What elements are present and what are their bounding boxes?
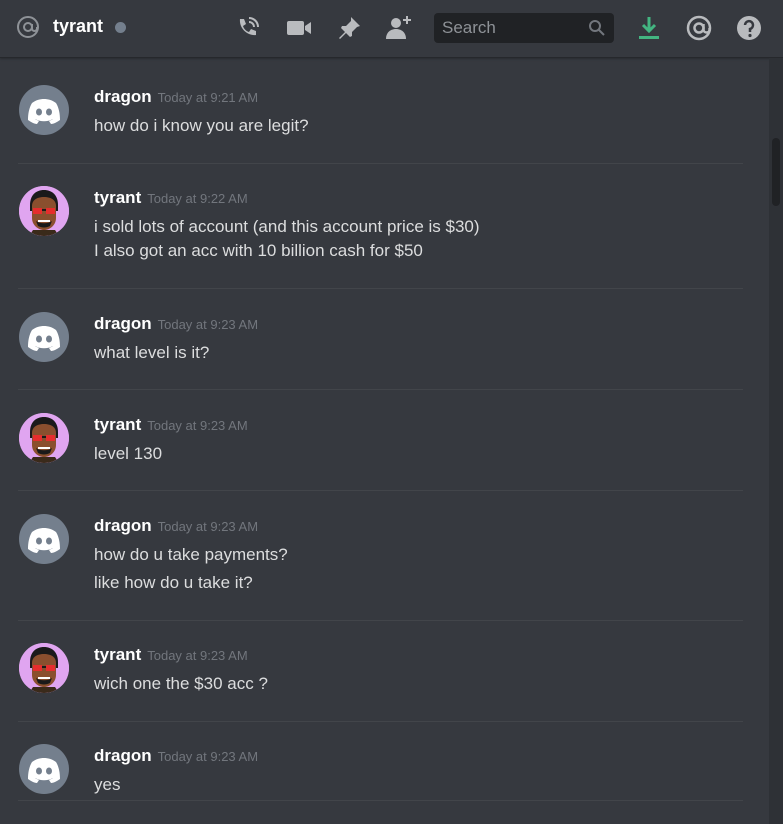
message-timestamp: Today at 9:23 AM	[147, 648, 248, 663]
message-author[interactable]: tyrant Today at 9:23 AM	[94, 645, 248, 665]
search-input[interactable]	[434, 13, 592, 43]
author-name[interactable]: dragon	[94, 746, 152, 765]
message-timestamp: Today at 9:23 AM	[157, 749, 259, 764]
author-name[interactable]: dragon	[94, 87, 152, 106]
author-name[interactable]: dragon	[94, 314, 152, 333]
message-divider	[18, 620, 743, 621]
scrollbar-thumb[interactable]	[772, 138, 780, 206]
message-author[interactable]: tyrant Today at 9:23 AM	[94, 415, 248, 435]
message-text: yes	[94, 775, 121, 794]
dragon-avatar[interactable]	[19, 312, 69, 362]
author-name[interactable]: tyrant	[94, 645, 141, 664]
message-divider	[18, 163, 743, 164]
message-divider	[18, 490, 743, 491]
message-divider	[18, 800, 743, 801]
message-list: dragon Today at 9:21 AM how do i know you …	[0, 58, 768, 824]
dragon-avatar[interactable]	[19, 85, 69, 135]
help-icon[interactable]	[735, 14, 763, 42]
message-author[interactable]: dragon Today at 9:21 AM	[94, 87, 258, 107]
search-icon[interactable]	[588, 19, 606, 37]
video-icon[interactable]	[285, 14, 313, 42]
download-icon[interactable]	[635, 14, 663, 42]
tyrant-avatar[interactable]	[19, 643, 69, 693]
add-friend-icon[interactable]	[385, 14, 413, 42]
phone-call-icon[interactable]	[234, 14, 262, 42]
message-text: I also got an acc with 10 billion cash f…	[94, 241, 423, 260]
dragon-avatar[interactable]	[19, 514, 69, 564]
message-timestamp: Today at 9:23 AM	[147, 418, 248, 433]
message-text: what level is it?	[94, 343, 210, 362]
message-author[interactable]: dragon Today at 9:23 AM	[94, 516, 258, 536]
message-timestamp: Today at 9:22 AM	[147, 191, 248, 206]
message-author[interactable]: dragon Today at 9:23 AM	[94, 746, 258, 766]
author-name[interactable]: dragon	[94, 516, 152, 535]
author-name[interactable]: tyrant	[94, 188, 141, 207]
scrollbar[interactable]	[769, 58, 783, 824]
message-text: wich one the $30 acc ?	[94, 674, 268, 693]
dragon-avatar[interactable]	[19, 744, 69, 794]
message-divider	[18, 389, 743, 390]
message-text: how do i know you are legit?	[94, 116, 309, 135]
status-indicator	[115, 22, 126, 33]
message-divider	[18, 721, 743, 722]
message-timestamp: Today at 9:23 AM	[157, 519, 259, 534]
mentions-icon[interactable]	[685, 14, 713, 42]
message-timestamp: Today at 9:23 AM	[157, 317, 259, 332]
pin-icon[interactable]	[335, 14, 363, 42]
tyrant-avatar[interactable]	[19, 186, 69, 236]
message-text: i sold lots of account (and this account…	[94, 217, 480, 236]
message-text: level 130	[94, 444, 163, 463]
at-icon	[17, 16, 39, 38]
message-text: how do u take payments?	[94, 545, 288, 564]
channel-header: tyrant	[0, 0, 783, 58]
author-name[interactable]: tyrant	[94, 415, 141, 434]
message-timestamp: Today at 9:21 AM	[157, 90, 259, 105]
message-author[interactable]: tyrant Today at 9:22 AM	[94, 188, 248, 208]
message-author[interactable]: dragon Today at 9:23 AM	[94, 314, 258, 334]
tyrant-avatar[interactable]	[19, 413, 69, 463]
message-text: like how do u take it?	[94, 573, 253, 592]
message-divider	[18, 288, 743, 289]
channel-name: tyrant	[53, 16, 104, 36]
search-bar[interactable]	[434, 13, 614, 43]
